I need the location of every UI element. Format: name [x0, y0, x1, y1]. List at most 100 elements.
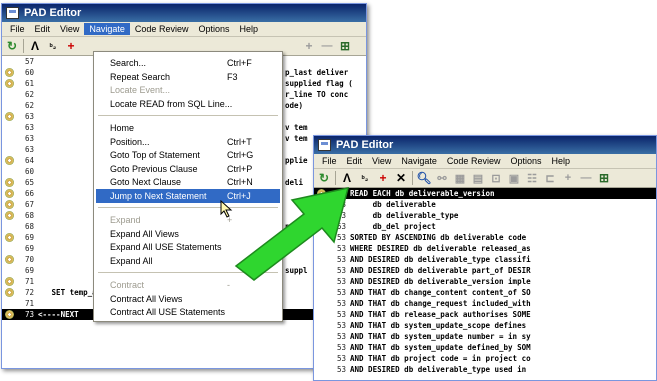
menu-item-contract-all-views[interactable]: Contract All Views: [96, 292, 280, 306]
code-line[interactable]: 53 SORTED BY ASCENDING db deliverable cod…: [314, 232, 656, 243]
code-line[interactable]: 53 WHERE DESIRED db deliverable released_…: [314, 243, 656, 254]
statement-gear-icon[interactable]: [2, 254, 16, 265]
line-number: 73: [24, 310, 34, 319]
expand-icon[interactable]: ▣: [507, 171, 521, 185]
statement-gear-icon[interactable]: [2, 188, 16, 199]
menu-item-repeat-search[interactable]: Repeat Search F3: [96, 70, 280, 84]
code-text: <----NEXT: [38, 310, 79, 319]
plus-icon[interactable]: +: [302, 39, 316, 53]
code-line[interactable]: 53 db deliverable_type: [314, 210, 656, 221]
code-line[interactable]: 53 db_del project: [314, 221, 656, 232]
code-editor-secondary[interactable]: 53READ EACH db deliverable_version53 db …: [314, 188, 656, 380]
statement-gear-icon[interactable]: [2, 210, 16, 221]
add-line-icon[interactable]: ⊞: [338, 39, 352, 53]
line-number: 53: [336, 332, 346, 341]
line-number: 63: [24, 134, 34, 143]
menu-options[interactable]: Options: [193, 23, 234, 35]
binoculars-icon[interactable]: ⚯: [435, 171, 449, 185]
code-text: AND THAT db system_update_scope defines: [350, 321, 527, 330]
menu-view[interactable]: View: [367, 155, 396, 167]
statement-gear-icon[interactable]: [2, 276, 16, 287]
collapse-up-icon[interactable]: Λ: [28, 39, 42, 53]
merge-icon[interactable]: ⊡: [489, 171, 503, 185]
statement-gear-icon[interactable]: [2, 155, 16, 166]
code-fragment: ode): [285, 101, 304, 110]
line-number: 57: [24, 57, 34, 66]
line-number: 67: [24, 200, 34, 209]
statement-gear-icon[interactable]: [2, 309, 16, 320]
gutter: [2, 166, 16, 177]
gutter: [2, 133, 16, 144]
line-number: 53: [336, 321, 346, 330]
menu-item-goto-top-of-statement[interactable]: Goto Top of Statement Ctrl+G: [96, 148, 280, 162]
code-line[interactable]: 53 AND DESIRED db deliverable_type used i…: [314, 364, 656, 375]
title-bar-secondary[interactable]: PAD Editor: [314, 136, 656, 154]
menu-navigate[interactable]: Navigate: [396, 155, 442, 167]
menu-edit[interactable]: Edit: [30, 23, 56, 35]
minus-icon[interactable]: —: [320, 39, 334, 53]
statement-gear-icon[interactable]: [2, 177, 16, 188]
code-fragment: p_last deliver: [285, 68, 349, 77]
code-line[interactable]: 53READ EACH db deliverable_version: [314, 188, 656, 199]
menu-file[interactable]: File: [317, 155, 342, 167]
menu-file[interactable]: File: [5, 23, 30, 35]
menu-code-review[interactable]: Code Review: [130, 23, 194, 35]
menu-item-position[interactable]: Position... Ctrl+T: [96, 135, 280, 149]
code-line[interactable]: 53 db deliverable: [314, 199, 656, 210]
code-line[interactable]: 53 AND THAT db change_content content_of …: [314, 287, 656, 298]
red-plus-icon[interactable]: +: [64, 39, 78, 53]
statement-gear-icon[interactable]: [2, 78, 16, 89]
brackets-icon[interactable]: ⊏: [543, 171, 557, 185]
statement-gear-icon[interactable]: [2, 232, 16, 243]
grid-icon[interactable]: ▦: [453, 171, 467, 185]
statement-gear-icon[interactable]: [2, 111, 16, 122]
menu-item-contract-all-use-statements[interactable]: Contract All USE Statements: [96, 305, 280, 319]
code-line[interactable]: 53 AND THAT db project code = in project …: [314, 353, 656, 364]
menu-options[interactable]: Options: [505, 155, 546, 167]
close-x-icon[interactable]: ✕: [394, 171, 408, 185]
code-line[interactable]: 53 AND THAT db system_update number = in …: [314, 331, 656, 342]
clause-icon[interactable]: ᵇ₂: [46, 39, 60, 53]
statement-gear-icon[interactable]: [2, 67, 16, 78]
code-line[interactable]: 53 AND THAT db change_request included_wi…: [314, 298, 656, 309]
menu-navigate[interactable]: Navigate: [84, 23, 130, 35]
add-line-icon[interactable]: ⊞: [597, 171, 611, 185]
code-line[interactable]: 53 AND DESIRED db deliverable_version imp…: [314, 276, 656, 287]
code-text: READ EACH db deliverable_version: [350, 189, 495, 198]
clause-icon[interactable]: ᵇ₂: [358, 171, 372, 185]
menu-item-search[interactable]: Search... Ctrl+F: [96, 56, 280, 70]
table-icon[interactable]: ▤: [471, 171, 485, 185]
menu-edit[interactable]: Edit: [342, 155, 368, 167]
list-icon[interactable]: ☷: [525, 171, 539, 185]
code-line[interactable]: 53 AND THAT db release_pack authorises SO…: [314, 309, 656, 320]
menu-help[interactable]: Help: [234, 23, 263, 35]
refresh-icon[interactable]: ↻: [5, 39, 19, 53]
code-text: AND THAT db project code = in project co: [350, 354, 531, 363]
red-plus-icon[interactable]: +: [376, 171, 390, 185]
menu-item-label: Repeat Search: [110, 71, 171, 82]
menu-item-home[interactable]: Home: [96, 121, 280, 135]
minus-icon[interactable]: —: [579, 171, 593, 185]
code-line[interactable]: 53 AND THAT db system_update_scope define…: [314, 320, 656, 331]
green-arrow-icon: [234, 187, 350, 281]
menu-item-goto-previous-clause[interactable]: Goto Previous Clause Ctrl+P: [96, 162, 280, 176]
menu-item-label: Goto Previous Clause: [110, 163, 198, 174]
code-text: AND THAT db change_content content_of SO: [350, 288, 531, 297]
menu-code-review[interactable]: Code Review: [442, 155, 506, 167]
plus-icon[interactable]: +: [561, 171, 575, 185]
line-number: 70: [24, 255, 34, 264]
statement-gear-icon[interactable]: [2, 287, 16, 298]
menu-item-shortcut: F3: [227, 71, 238, 82]
menu-help[interactable]: Help: [546, 155, 575, 167]
code-line[interactable]: 53 AND THAT db system_update defined_by S…: [314, 342, 656, 353]
menu-view[interactable]: View: [55, 23, 84, 35]
menu-item-locate-event[interactable]: Locate Event...: [96, 83, 280, 97]
statement-gear-icon[interactable]: [2, 199, 16, 210]
title-bar[interactable]: PAD Editor: [2, 4, 366, 22]
code-line[interactable]: 53 AND DESIRED db deliverable_type classi…: [314, 254, 656, 265]
search-icon[interactable]: 🔍︎: [416, 171, 431, 185]
menu-item-locate-read-from-sql-line[interactable]: Locate READ from SQL Line...: [96, 97, 280, 111]
gutter: [314, 342, 328, 353]
code-line[interactable]: 53 AND DESIRED db deliverable part_of DES…: [314, 265, 656, 276]
menu-item-shortcut: -: [227, 280, 230, 290]
